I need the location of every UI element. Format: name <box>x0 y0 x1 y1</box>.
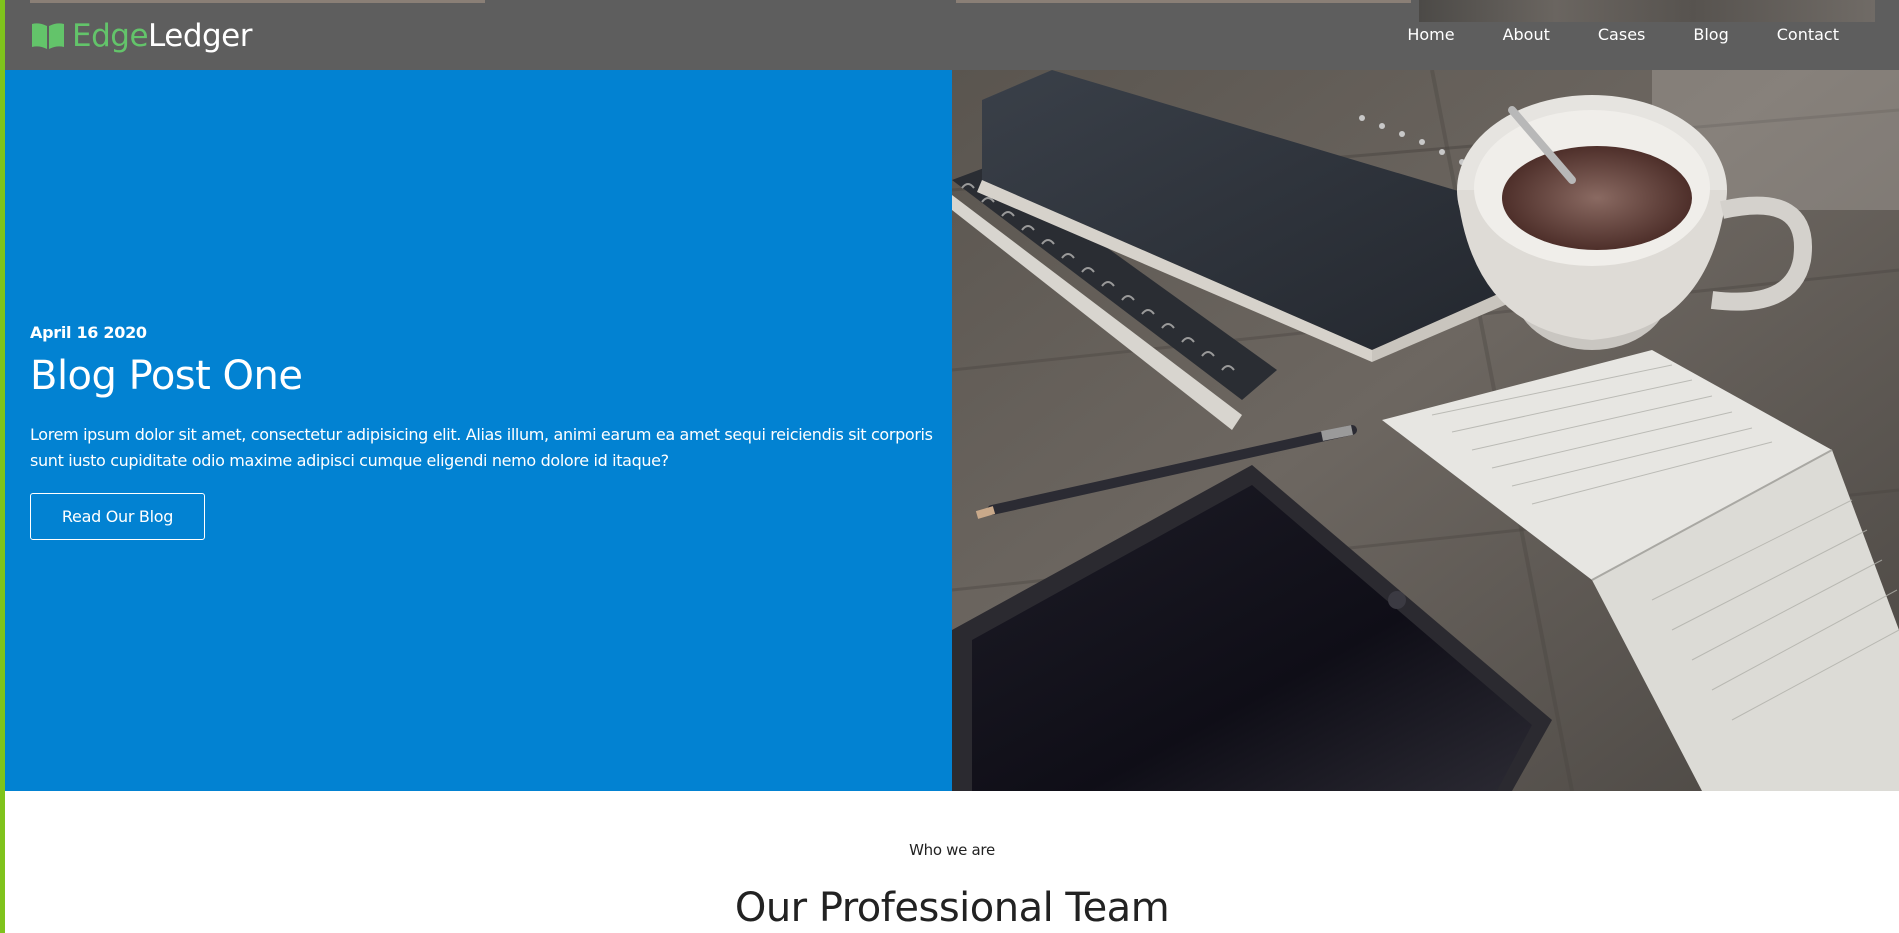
nav-link-about[interactable]: About <box>1503 24 1550 46</box>
header-image-strip <box>1419 0 1875 22</box>
nav-link-contact[interactable]: Contact <box>1777 24 1839 46</box>
logo-text-part1: Edge <box>72 17 149 54</box>
desk-photo-illustration <box>952 70 1899 791</box>
nav-link-cases[interactable]: Cases <box>1598 24 1646 46</box>
post-excerpt: Lorem ipsum dolor sit amet, consectetur … <box>30 425 933 470</box>
accent-stripe <box>0 0 5 933</box>
nav-link-home[interactable]: Home <box>1407 24 1454 46</box>
site-logo[interactable]: EdgeLedger <box>30 14 252 58</box>
header-image-strip <box>30 0 485 3</box>
section-title: Our Professional Team <box>734 885 1170 931</box>
read-blog-button[interactable]: Read Our Blog <box>30 493 205 540</box>
header-image-strip <box>956 0 1411 3</box>
logo-text-part2: Ledger <box>148 17 252 54</box>
hero-text-panel: April 16 2020 Blog Post One Lorem ipsum … <box>5 70 952 791</box>
post-date: April 16 2020 <box>30 323 147 342</box>
page: EdgeLedger Home About Cases Blog Contact… <box>0 0 1899 933</box>
post-title: Blog Post One <box>30 353 303 399</box>
hero-photo <box>952 70 1899 791</box>
site-header: EdgeLedger Home About Cases Blog Contact <box>0 0 1899 70</box>
main-nav: Home About Cases Blog Contact <box>1359 24 1839 46</box>
logo-text: EdgeLedger <box>72 17 252 54</box>
section-kicker: Who we are <box>909 841 995 859</box>
nav-link-blog[interactable]: Blog <box>1693 24 1728 46</box>
open-book-icon <box>32 23 64 49</box>
team-section: Who we are Our Professional Team <box>5 791 1899 933</box>
hero-section: April 16 2020 Blog Post One Lorem ipsum … <box>5 70 1899 791</box>
